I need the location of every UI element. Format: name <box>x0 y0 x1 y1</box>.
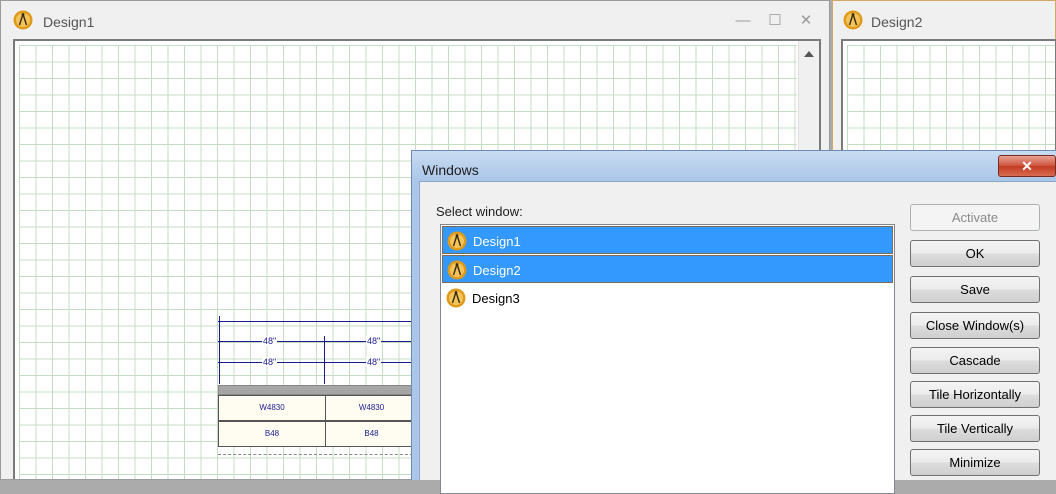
base-cabinet-row[interactable]: B48 B48 <box>218 421 418 447</box>
close-icon[interactable]: ✕ <box>998 155 1056 177</box>
list-item-design3[interactable]: Design3 <box>442 284 893 312</box>
window-titlebar[interactable]: Design1 — ☐ ✕ <box>1 1 829 39</box>
select-window-label: Select window: <box>436 204 523 219</box>
dimension-label: 48" <box>262 336 278 346</box>
window-listbox[interactable]: Design1 Design2 Design3 <box>440 224 895 494</box>
dimension-line <box>218 341 418 342</box>
list-item-design1[interactable]: Design1 <box>442 226 893 254</box>
list-item-label: Design2 <box>473 263 521 278</box>
list-item-design2[interactable]: Design2 <box>442 255 893 283</box>
windows-dialog[interactable]: Windows ✕ Select window: Design1 Design2… <box>411 150 1056 494</box>
countertop-band <box>218 385 418 395</box>
window-titlebar[interactable]: Design2 <box>833 1 1055 39</box>
cabinet-label: W4830 <box>259 403 285 412</box>
minimize-button[interactable]: Minimize <box>910 449 1040 476</box>
tile-vertically-button[interactable]: Tile Vertically <box>910 415 1040 442</box>
window-title: Design1 <box>43 14 95 30</box>
ok-button[interactable]: OK <box>910 240 1040 267</box>
cascade-button[interactable]: Cascade <box>910 347 1040 374</box>
dialog-title: Windows <box>422 162 479 178</box>
dimension-tick <box>219 316 220 384</box>
list-item-label: Design3 <box>472 291 520 306</box>
compass-app-icon <box>843 10 863 30</box>
compass-app-icon <box>447 231 467 251</box>
compass-app-icon <box>13 10 33 30</box>
cabinet-label: B48 <box>264 429 280 438</box>
dimension-label: 48" <box>262 357 278 367</box>
close-windows-button[interactable]: Close Window(s) <box>910 312 1040 339</box>
maximize-icon[interactable]: ☐ <box>765 11 785 31</box>
close-icon[interactable]: ✕ <box>796 11 816 31</box>
window-title: Design2 <box>871 14 923 30</box>
cabinet-label: W4830 <box>358 403 385 412</box>
tile-horizontally-button[interactable]: Tile Horizontally <box>910 381 1040 408</box>
dimension-tick <box>324 336 325 384</box>
compass-app-icon <box>447 260 467 280</box>
cabinet-drawing[interactable]: 48" 48" 48" 48" W4830 W4830 B48 B48 <box>218 316 418 456</box>
compass-app-icon <box>446 288 466 308</box>
dimension-label: 48" <box>366 357 382 367</box>
dialog-body: Select window: Design1 Design2 Design3 A… <box>419 181 1056 494</box>
dimension-line <box>218 362 418 363</box>
dimension-label: 48" <box>366 336 382 346</box>
save-button[interactable]: Save <box>910 276 1040 303</box>
minimize-icon[interactable]: — <box>733 11 753 31</box>
cabinet-label: B48 <box>364 429 379 438</box>
dimension-line <box>218 321 418 322</box>
list-item-label: Design1 <box>473 234 521 249</box>
floor-line <box>218 454 418 455</box>
scroll-up-arrow-icon[interactable] <box>804 51 814 57</box>
upper-cabinet-row[interactable]: W4830 W4830 <box>218 395 418 421</box>
activate-button[interactable]: Activate <box>910 204 1040 231</box>
